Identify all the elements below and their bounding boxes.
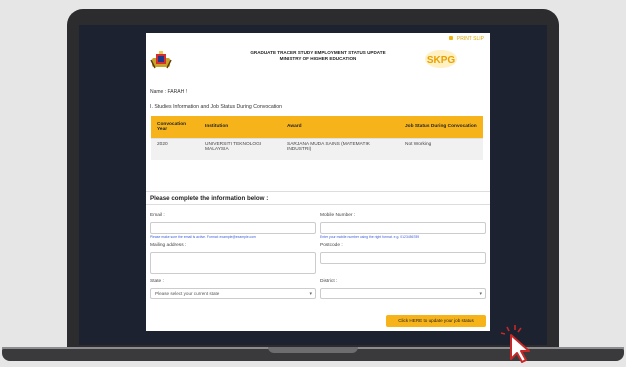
table-cell: UNIVERSITI TEKNOLOGI MALAYSIA (199, 137, 281, 160)
district-label: District : (320, 279, 338, 284)
chevron-down-icon: ▾ (309, 291, 312, 297)
update-job-status-button[interactable]: Click HERE to update your job status (386, 315, 486, 327)
form-heading: Please complete the information below : (146, 192, 490, 205)
mobile-number-field[interactable] (320, 222, 486, 234)
table-cell: 2020 (151, 137, 199, 160)
mouse-cursor-icon (500, 325, 530, 363)
email-label: Email : (150, 213, 165, 218)
postcode-field[interactable] (320, 252, 486, 264)
table-row: 2020 UNIVERSITI TEKNOLOGI MALAYSIA SARJA… (151, 137, 483, 160)
column-header: Convocation Year (151, 116, 199, 138)
print-icon (449, 36, 454, 40)
mobile-label: Mobile Number : (320, 213, 356, 218)
mobile-hint: Enter your mobile number using the right… (320, 235, 420, 239)
column-header: Job Status During Convocation (399, 116, 483, 138)
section-title: I. Studies Information and Job Status Du… (150, 104, 283, 110)
studies-table: Convocation Year Institution Award Job S… (151, 116, 483, 160)
skpg-logo: SKPG (425, 50, 457, 68)
laptop-notch (268, 347, 358, 353)
table-cell: SARJANA MUDA SAINS (MATEMATIK INDUSTRI) (281, 137, 399, 160)
district-select[interactable]: ▾ (320, 288, 486, 299)
print-slip-link[interactable]: PRINT SLIP (449, 36, 484, 42)
mailing-address-textarea[interactable] (150, 252, 316, 274)
svg-text:SKPG: SKPG (427, 55, 456, 66)
state-select[interactable]: Please select your current state ▾ (150, 288, 316, 299)
column-header: Institution (199, 116, 281, 138)
chevron-down-icon: ▾ (479, 291, 482, 297)
address-label: Mailing address : (150, 243, 187, 248)
postcode-label: Postcode : (320, 243, 343, 248)
user-name: Name : FARAH ! (150, 89, 187, 95)
update-form: Please complete the information below : … (146, 191, 490, 331)
state-label: State : (150, 279, 164, 284)
column-header: Award (281, 116, 399, 138)
email-hint: Please make sure the email is active. Fo… (150, 235, 256, 239)
table-cell: Not Working (399, 137, 483, 160)
tracer-study-page: PRINT SLIP GRADUATE TRACER STUDY EMPLOYM… (146, 33, 490, 331)
table-header-row: Convocation Year Institution Award Job S… (151, 116, 483, 138)
email-field[interactable] (150, 222, 316, 234)
